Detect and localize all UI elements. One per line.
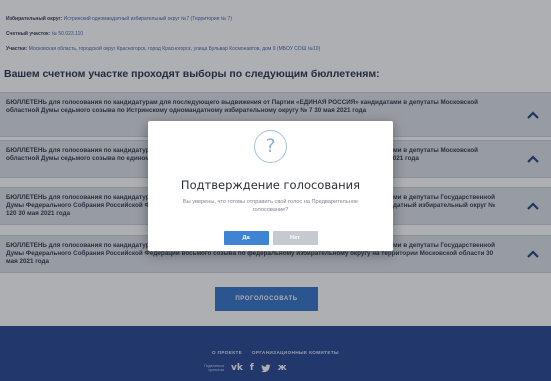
confirm-yes-button[interactable]: Да <box>223 231 269 245</box>
question-icon: ? <box>254 130 287 163</box>
dialog-message: Вы уверены, что готовы отправить свой го… <box>182 199 359 213</box>
dialog-actions: Да Нет <box>148 231 393 245</box>
confirm-no-button[interactable]: Нет <box>272 231 318 245</box>
dialog-title: Подтверждение голосования <box>180 178 361 192</box>
confirm-vote-dialog: ? Подтверждение голосования Вы уверены, … <box>148 121 393 251</box>
